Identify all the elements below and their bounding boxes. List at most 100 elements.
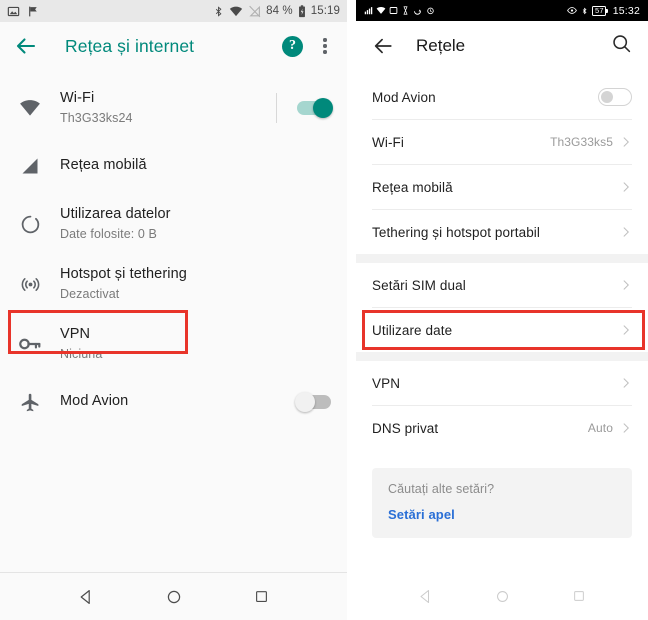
key-icon — [0, 335, 60, 353]
battery-indicator: 57 — [592, 5, 608, 16]
sync-icon — [414, 9, 421, 15]
group-separator — [356, 254, 648, 263]
row-label: DNS privat — [372, 420, 439, 436]
settings-row-tethering[interactable]: Tethering și hotspot portabil — [356, 210, 648, 254]
hourglass-icon — [403, 6, 408, 15]
nav-home-icon[interactable] — [166, 589, 182, 605]
settings-row-text: Utilizarea datelor Date folosite: 0 B — [60, 205, 331, 243]
signal-off-icon — [249, 5, 261, 17]
row-divider — [276, 93, 277, 123]
page-title: Rețele — [416, 36, 466, 55]
row-label: Setări SIM dual — [372, 277, 466, 293]
flag-icon — [29, 6, 37, 16]
settings-group-vpn-dns: VPN DNS privat Auto — [356, 361, 648, 450]
nav-recents-icon[interactable] — [572, 589, 586, 603]
chevron-right-icon — [620, 422, 632, 434]
left-status-notification-icons — [7, 5, 40, 18]
row-subtitle: Niciuna — [60, 346, 103, 361]
nav-recents-icon[interactable] — [254, 589, 269, 604]
right-battery-percent: 57 — [594, 6, 604, 15]
wifi-icon — [229, 6, 243, 16]
chevron-right-icon — [620, 226, 632, 238]
settings-row-dual-sim[interactable]: Setări SIM dual — [356, 263, 648, 307]
panel-gap — [347, 0, 356, 620]
row-title: Rețea mobilă — [60, 157, 147, 174]
card-question: Căutați alte setări? — [388, 482, 495, 496]
wifi-icon — [0, 99, 60, 117]
left-status-bar: 84 % 15:19 — [0, 0, 347, 22]
back-arrow-icon[interactable] — [372, 35, 394, 57]
signal-icon — [0, 156, 60, 176]
row-title: Wi-Fi — [60, 89, 95, 106]
chevron-right-icon — [620, 377, 632, 389]
right-app-bar: Rețele — [356, 21, 648, 71]
settings-group-connectivity: Mod Avion Wi-Fi Th3G33ks5 Rețea mobilă T… — [356, 75, 648, 254]
help-icon[interactable]: ? — [282, 35, 303, 57]
signal-icon — [364, 7, 373, 15]
settings-row-wifi[interactable]: Wi-Fi Th3G33ks5 — [356, 120, 648, 164]
nav-back-icon[interactable] — [78, 589, 94, 605]
bluetooth-icon — [215, 5, 222, 17]
row-subtitle: Date folosite: 0 B — [60, 226, 157, 241]
other-settings-card: Căutați alte setări? Setări apel — [372, 468, 632, 538]
settings-row-text: VPN Niciuna — [60, 325, 331, 363]
left-app-bar: Rețea și internet ? — [0, 22, 347, 70]
row-title: Utilizarea datelor — [60, 205, 171, 222]
settings-row-vpn[interactable]: VPN Niciuna — [0, 314, 347, 374]
wifi-icon — [376, 7, 386, 14]
chevron-right-icon — [620, 279, 632, 291]
row-label: Utilizare date — [372, 322, 453, 338]
row-title: Hotspot și tethering — [60, 265, 187, 282]
airplane-icon — [0, 392, 60, 413]
back-arrow-icon[interactable] — [14, 34, 38, 58]
left-phone-screen: 84 % 15:19 Rețea și internet ? Wi-Fi Th3… — [0, 0, 347, 620]
call-settings-link[interactable]: Setări apel — [388, 507, 616, 522]
settings-row-private-dns[interactable]: DNS privat Auto — [356, 406, 648, 450]
settings-row-wifi[interactable]: Wi-Fi Th3G33ks24 — [0, 78, 347, 138]
left-settings-list: Wi-Fi Th3G33ks24 Rețea mobilă Utilizarea… — [0, 70, 347, 572]
left-navigation-bar — [0, 572, 347, 620]
settings-row-mobile-network[interactable]: Rețea mobilă — [0, 138, 347, 194]
nav-home-icon[interactable] — [495, 589, 510, 604]
sim-icon — [389, 7, 398, 14]
right-clock: 15:32 — [612, 4, 640, 17]
row-title: VPN — [60, 325, 91, 342]
left-clock: 15:19 — [310, 5, 340, 17]
row-label: Wi-Fi — [372, 134, 404, 150]
chevron-right-icon — [620, 136, 632, 148]
left-battery-percent: 84 % — [266, 5, 293, 17]
settings-row-airplane-mode[interactable]: Mod Avion — [356, 75, 648, 119]
row-label: Rețea mobilă — [372, 179, 453, 195]
row-value: Auto — [587, 421, 613, 435]
left-app-bar-actions: ? — [282, 35, 333, 57]
settings-row-vpn[interactable]: VPN — [356, 361, 648, 405]
row-label: Tethering și hotspot portabil — [372, 224, 540, 240]
right-navigation-bar — [356, 572, 648, 620]
chevron-right-icon — [620, 324, 632, 336]
settings-row-data-usage[interactable]: Utilizare date — [356, 308, 648, 352]
settings-row-airplane-mode[interactable]: Mod Avion — [0, 374, 347, 430]
bluetooth-icon — [583, 7, 587, 14]
settings-row-hotspot[interactable]: Hotspot și tethering Dezactivat — [0, 254, 347, 314]
left-status-system-icons: 84 % 15:19 — [213, 4, 340, 18]
nav-back-icon[interactable] — [418, 589, 433, 604]
settings-row-text: Hotspot și tethering Dezactivat — [60, 265, 331, 303]
image-icon — [7, 6, 20, 16]
overflow-menu-icon[interactable] — [317, 38, 333, 54]
settings-row-text: Wi-Fi Th3G33ks24 — [60, 89, 276, 127]
row-title: Mod Avion — [60, 393, 129, 410]
search-icon[interactable] — [611, 33, 632, 59]
page-title: Rețea și internet — [65, 35, 195, 56]
settings-row-data-usage[interactable]: Utilizarea datelor Date folosite: 0 B — [0, 194, 347, 254]
airplane-mode-toggle[interactable] — [295, 392, 331, 412]
settings-row-mobile-network[interactable]: Rețea mobilă — [356, 165, 648, 209]
data-usage-icon — [0, 214, 60, 235]
eye-comfort-icon — [567, 7, 578, 14]
airplane-mode-toggle[interactable] — [598, 88, 632, 106]
group-separator — [356, 352, 648, 361]
row-subtitle: Th3G33ks24 — [60, 110, 133, 125]
wifi-toggle[interactable] — [297, 98, 333, 118]
row-label: Mod Avion — [372, 89, 436, 105]
row-label: VPN — [372, 375, 401, 391]
hotspot-icon — [0, 274, 60, 295]
